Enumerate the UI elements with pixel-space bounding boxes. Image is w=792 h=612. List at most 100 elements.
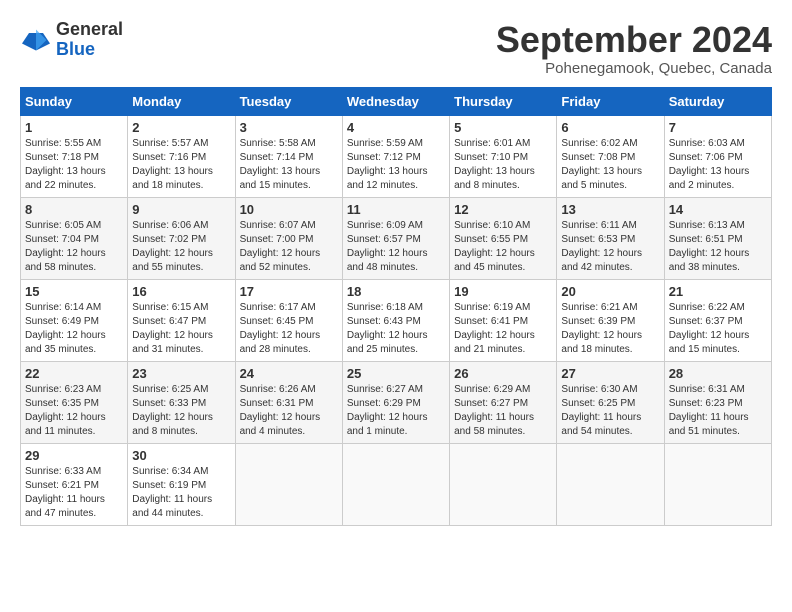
day-number: 2 <box>132 120 230 135</box>
logo-text: General Blue <box>56 20 123 60</box>
day-number: 3 <box>240 120 338 135</box>
day-number: 29 <box>25 448 123 463</box>
calendar-cell <box>664 443 771 525</box>
day-number: 20 <box>561 284 659 299</box>
calendar-cell: 11 Sunrise: 6:09 AM Sunset: 6:57 PM Dayli… <box>342 197 449 279</box>
calendar-table: SundayMondayTuesdayWednesdayThursdayFrid… <box>20 87 772 526</box>
calendar-cell <box>450 443 557 525</box>
day-info: Sunrise: 6:14 AM Sunset: 6:49 PM Dayligh… <box>25 301 123 357</box>
day-info: Sunrise: 6:21 AM Sunset: 6:39 PM Dayligh… <box>561 301 659 357</box>
calendar-cell: 18 Sunrise: 6:18 AM Sunset: 6:43 PM Dayli… <box>342 279 449 361</box>
calendar-cell: 8 Sunrise: 6:05 AM Sunset: 7:04 PM Daylig… <box>21 197 128 279</box>
calendar-week-row: 29 Sunrise: 6:33 AM Sunset: 6:21 PM Dayli… <box>21 443 772 525</box>
calendar-cell: 4Sunrise: 5:59 AM Sunset: 7:12 PM Daylig… <box>342 115 449 197</box>
day-number: 7 <box>669 120 767 135</box>
day-info: Sunrise: 6:34 AM Sunset: 6:19 PM Dayligh… <box>132 465 230 521</box>
day-info: Sunrise: 6:33 AM Sunset: 6:21 PM Dayligh… <box>25 465 123 521</box>
title-block: September 2024 Pohenegamook, Quebec, Can… <box>496 20 772 77</box>
calendar-cell: 1 Sunrise: 5:55 AM Sunset: 7:18 PM Daylig… <box>21 115 128 197</box>
day-info: Sunrise: 6:19 AM Sunset: 6:41 PM Dayligh… <box>454 301 552 357</box>
day-number: 27 <box>561 366 659 381</box>
day-info: Sunrise: 6:10 AM Sunset: 6:55 PM Dayligh… <box>454 219 552 275</box>
day-info: Sunrise: 6:26 AM Sunset: 6:31 PM Dayligh… <box>240 383 338 439</box>
calendar-header: SundayMondayTuesdayWednesdayThursdayFrid… <box>21 87 772 115</box>
day-number: 17 <box>240 284 338 299</box>
calendar-cell <box>557 443 664 525</box>
day-info: Sunrise: 6:29 AM Sunset: 6:27 PM Dayligh… <box>454 383 552 439</box>
day-number: 16 <box>132 284 230 299</box>
day-number: 23 <box>132 366 230 381</box>
calendar-cell: 14Sunrise: 6:13 AM Sunset: 6:51 PM Dayli… <box>664 197 771 279</box>
day-number: 6 <box>561 120 659 135</box>
header-row: SundayMondayTuesdayWednesdayThursdayFrid… <box>21 87 772 115</box>
header-day-wednesday: Wednesday <box>342 87 449 115</box>
header-day-sunday: Sunday <box>21 87 128 115</box>
calendar-cell: 22 Sunrise: 6:23 AM Sunset: 6:35 PM Dayli… <box>21 361 128 443</box>
calendar-cell: 24Sunrise: 6:26 AM Sunset: 6:31 PM Dayli… <box>235 361 342 443</box>
day-info: Sunrise: 6:09 AM Sunset: 6:57 PM Dayligh… <box>347 219 445 275</box>
calendar-cell: 26 Sunrise: 6:29 AM Sunset: 6:27 PM Dayli… <box>450 361 557 443</box>
calendar-cell <box>235 443 342 525</box>
day-number: 26 <box>454 366 552 381</box>
calendar-cell: 16 Sunrise: 6:15 AM Sunset: 6:47 PM Dayli… <box>128 279 235 361</box>
day-info: Sunrise: 6:30 AM Sunset: 6:25 PM Dayligh… <box>561 383 659 439</box>
day-info: Sunrise: 6:07 AM Sunset: 7:00 PM Dayligh… <box>240 219 338 275</box>
day-number: 14 <box>669 202 767 217</box>
calendar-cell: 2 Sunrise: 5:57 AM Sunset: 7:16 PM Daylig… <box>128 115 235 197</box>
day-number: 21 <box>669 284 767 299</box>
header-day-monday: Monday <box>128 87 235 115</box>
logo-icon <box>20 26 52 54</box>
day-number: 1 <box>25 120 123 135</box>
calendar-cell: 15 Sunrise: 6:14 AM Sunset: 6:49 PM Dayli… <box>21 279 128 361</box>
day-number: 22 <box>25 366 123 381</box>
calendar-week-row: 22 Sunrise: 6:23 AM Sunset: 6:35 PM Dayli… <box>21 361 772 443</box>
day-info: Sunrise: 6:23 AM Sunset: 6:35 PM Dayligh… <box>25 383 123 439</box>
day-number: 25 <box>347 366 445 381</box>
day-info: Sunrise: 5:55 AM Sunset: 7:18 PM Dayligh… <box>25 137 123 193</box>
day-info: Sunrise: 6:05 AM Sunset: 7:04 PM Dayligh… <box>25 219 123 275</box>
day-info: Sunrise: 6:27 AM Sunset: 6:29 PM Dayligh… <box>347 383 445 439</box>
calendar-cell: 12 Sunrise: 6:10 AM Sunset: 6:55 PM Dayli… <box>450 197 557 279</box>
day-info: Sunrise: 5:59 AM Sunset: 7:12 PM Dayligh… <box>347 137 445 193</box>
day-number: 8 <box>25 202 123 217</box>
page-header: General Blue September 2024 Pohenegamook… <box>20 20 772 77</box>
day-number: 18 <box>347 284 445 299</box>
day-number: 13 <box>561 202 659 217</box>
calendar-cell: 20 Sunrise: 6:21 AM Sunset: 6:39 PM Dayli… <box>557 279 664 361</box>
day-number: 9 <box>132 202 230 217</box>
calendar-cell: 9Sunrise: 6:06 AM Sunset: 7:02 PM Daylig… <box>128 197 235 279</box>
day-info: Sunrise: 6:15 AM Sunset: 6:47 PM Dayligh… <box>132 301 230 357</box>
day-number: 30 <box>132 448 230 463</box>
day-info: Sunrise: 6:03 AM Sunset: 7:06 PM Dayligh… <box>669 137 767 193</box>
calendar-cell: 3Sunrise: 5:58 AM Sunset: 7:14 PM Daylig… <box>235 115 342 197</box>
header-day-friday: Friday <box>557 87 664 115</box>
day-info: Sunrise: 6:25 AM Sunset: 6:33 PM Dayligh… <box>132 383 230 439</box>
header-day-saturday: Saturday <box>664 87 771 115</box>
calendar-cell: 7 Sunrise: 6:03 AM Sunset: 7:06 PM Daylig… <box>664 115 771 197</box>
logo-general: General <box>56 19 123 39</box>
day-number: 12 <box>454 202 552 217</box>
day-info: Sunrise: 6:18 AM Sunset: 6:43 PM Dayligh… <box>347 301 445 357</box>
day-info: Sunrise: 6:01 AM Sunset: 7:10 PM Dayligh… <box>454 137 552 193</box>
calendar-cell: 30 Sunrise: 6:34 AM Sunset: 6:19 PM Dayli… <box>128 443 235 525</box>
calendar-week-row: 15 Sunrise: 6:14 AM Sunset: 6:49 PM Dayli… <box>21 279 772 361</box>
day-info: Sunrise: 5:57 AM Sunset: 7:16 PM Dayligh… <box>132 137 230 193</box>
header-day-thursday: Thursday <box>450 87 557 115</box>
day-number: 28 <box>669 366 767 381</box>
day-info: Sunrise: 6:31 AM Sunset: 6:23 PM Dayligh… <box>669 383 767 439</box>
calendar-cell: 21 Sunrise: 6:22 AM Sunset: 6:37 PM Dayli… <box>664 279 771 361</box>
day-number: 11 <box>347 202 445 217</box>
calendar-title: September 2024 <box>496 20 772 60</box>
calendar-cell: 19 Sunrise: 6:19 AM Sunset: 6:41 PM Dayli… <box>450 279 557 361</box>
day-info: Sunrise: 6:17 AM Sunset: 6:45 PM Dayligh… <box>240 301 338 357</box>
day-number: 15 <box>25 284 123 299</box>
day-info: Sunrise: 6:02 AM Sunset: 7:08 PM Dayligh… <box>561 137 659 193</box>
calendar-cell: 13Sunrise: 6:11 AM Sunset: 6:53 PM Dayli… <box>557 197 664 279</box>
calendar-week-row: 8 Sunrise: 6:05 AM Sunset: 7:04 PM Daylig… <box>21 197 772 279</box>
calendar-cell: 10Sunrise: 6:07 AM Sunset: 7:00 PM Dayli… <box>235 197 342 279</box>
day-info: Sunrise: 6:22 AM Sunset: 6:37 PM Dayligh… <box>669 301 767 357</box>
day-number: 19 <box>454 284 552 299</box>
calendar-cell <box>342 443 449 525</box>
logo: General Blue <box>20 20 123 60</box>
logo-blue: Blue <box>56 39 95 59</box>
